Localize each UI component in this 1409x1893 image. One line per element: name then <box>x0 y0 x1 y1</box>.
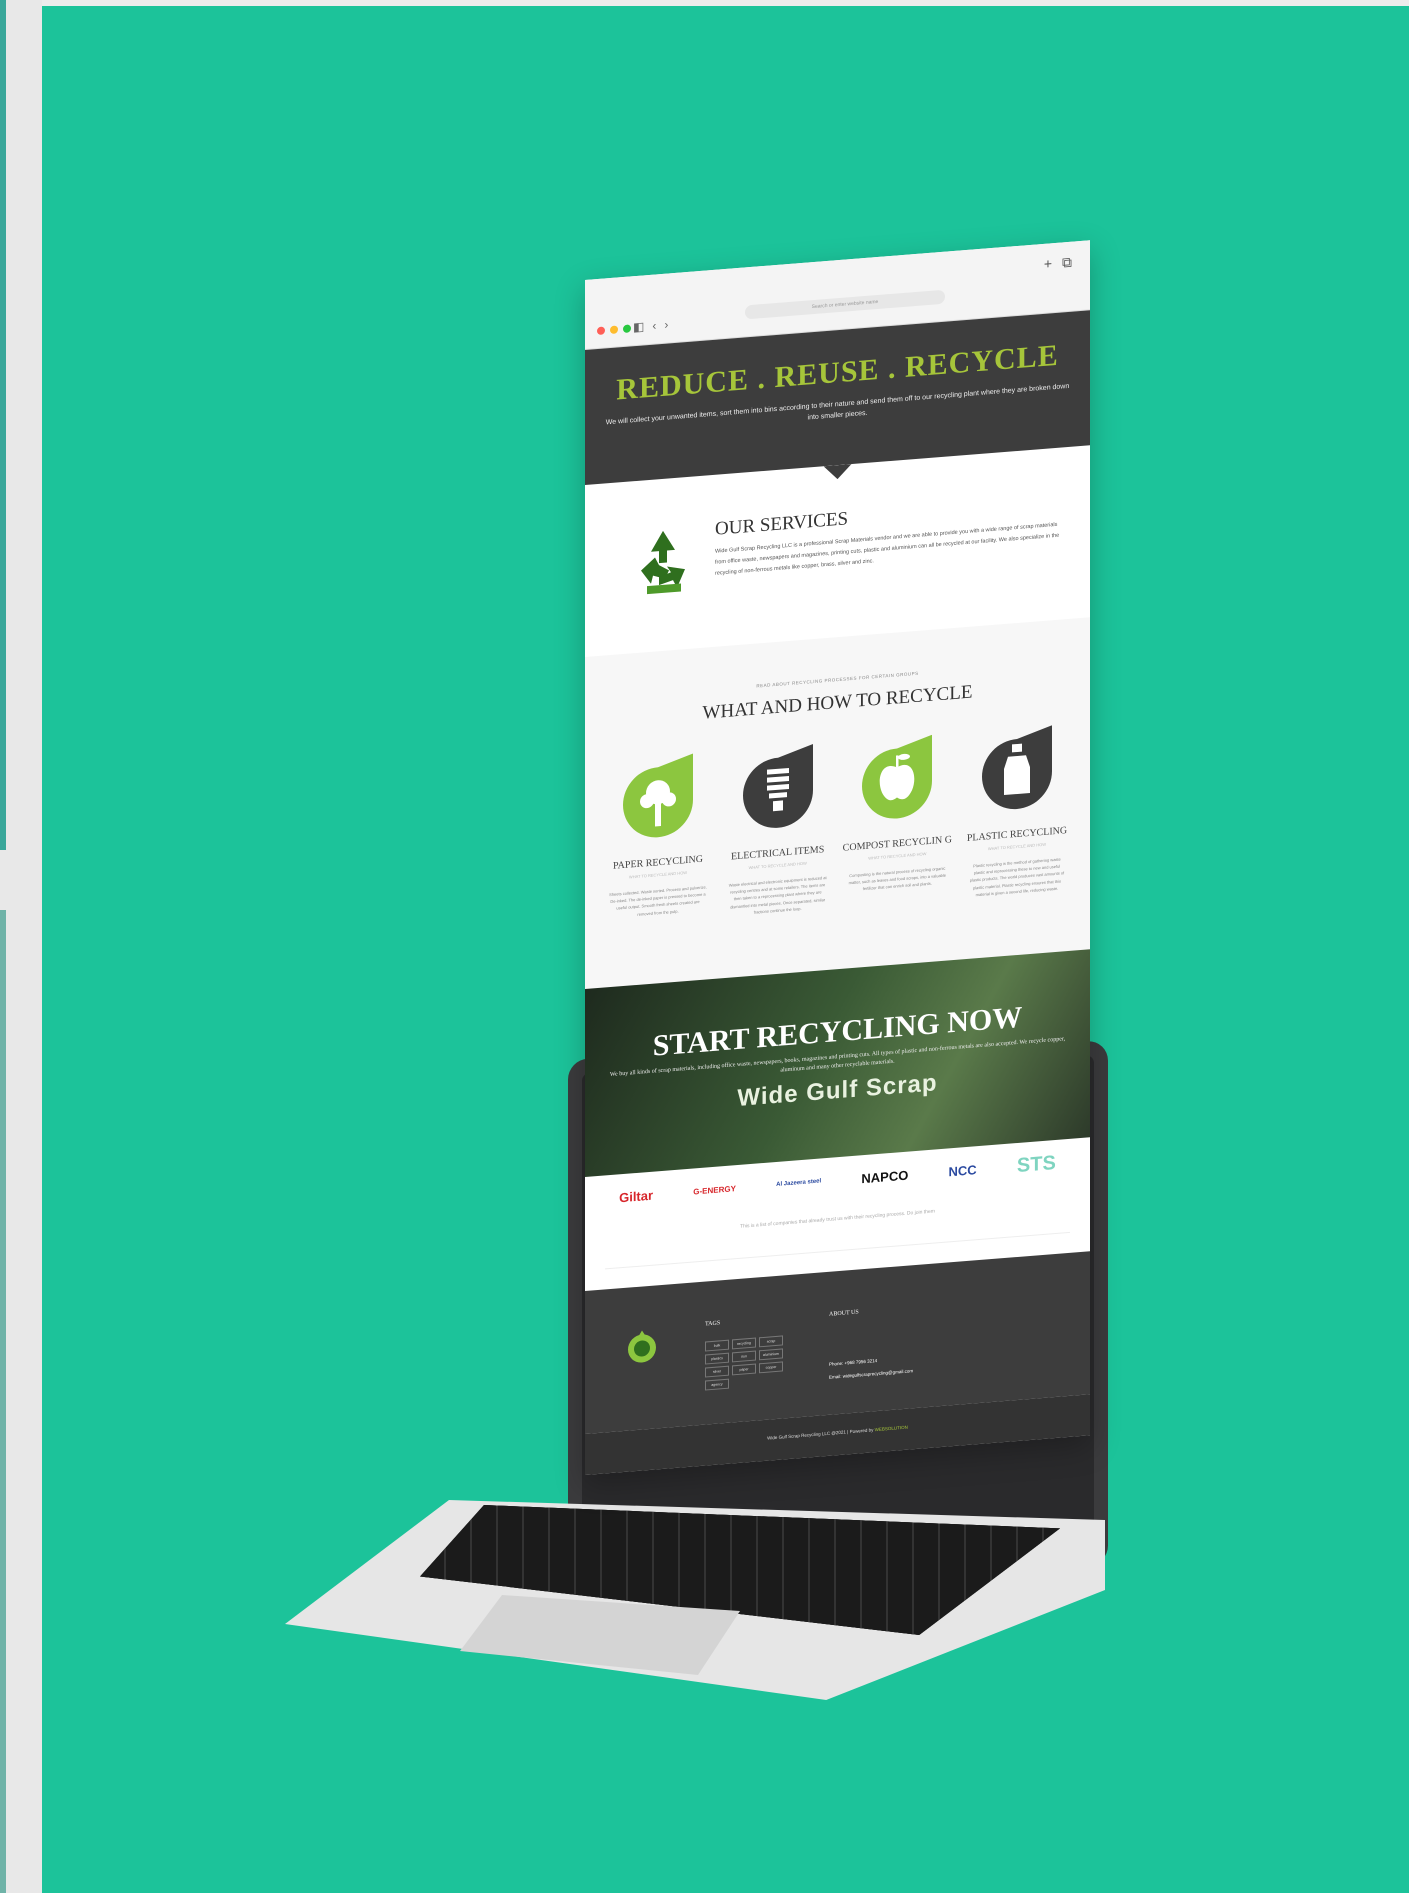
bulb-icon <box>742 744 813 828</box>
back-icon[interactable]: ‹ <box>652 318 656 332</box>
tag-list: bulk recycling scrap plastics iron alumi… <box>705 1335 783 1391</box>
tabs-overview-icon[interactable]: ⧉ <box>1062 254 1072 272</box>
apple-icon <box>862 734 933 819</box>
recycle-cards: PAPER RECYCLING WHAT TO RECYCLE AND HOW … <box>603 724 1072 928</box>
frame-edge-bottom <box>0 910 6 1893</box>
what-to-recycle-section: READ ABOUT RECYCLING PROCESSES FOR CERTA… <box>585 617 1090 989</box>
tag-item[interactable]: recycling <box>732 1337 756 1350</box>
frame-edge-top <box>0 0 6 850</box>
tag-item[interactable]: iron <box>732 1350 756 1363</box>
photo-frame-top <box>42 0 1409 6</box>
card-description: Composting is the natural process of rec… <box>848 865 946 892</box>
partner-logo-ncc[interactable]: NCC <box>949 1162 977 1179</box>
tag-item[interactable]: scrap <box>759 1335 783 1348</box>
footer-tags: TAGS bulk recycling scrap plastics iron … <box>705 1315 783 1391</box>
powered-by-link[interactable]: WEBSOLUTION <box>875 1425 908 1433</box>
card-description: Sheets collected. Waste sorted. Process … <box>609 884 707 917</box>
address-bar[interactable]: Search or enter website name <box>745 289 945 320</box>
card-plastic[interactable]: PLASTIC RECYCLING WHAT TO RECYCLE AND HO… <box>962 724 1072 900</box>
tag-item[interactable]: silver <box>705 1365 729 1378</box>
footer-logo-icon <box>628 1330 656 1363</box>
website-mockup: ◧ ‹ › Search or enter website name + ⧉ R… <box>585 240 1090 1475</box>
recycle-icon <box>641 530 685 595</box>
photo-frame-left <box>0 0 42 1893</box>
tag-item[interactable]: aluminium <box>759 1348 783 1361</box>
partner-logo-sts[interactable]: STS <box>1017 1152 1056 1178</box>
partner-logo-giltar[interactable]: Giltar <box>619 1188 653 1206</box>
window-controls <box>597 324 631 336</box>
contact-email[interactable]: Email: widegulfscraprecycling@gmail.com <box>829 1368 913 1380</box>
partner-logo-napco[interactable]: NAPCO <box>861 1167 908 1186</box>
card-electrical[interactable]: ELECTRICAL ITEMS WHAT TO RECYCLE AND HOW… <box>723 743 833 919</box>
card-paper[interactable]: PAPER RECYCLING WHAT TO RECYCLE AND HOW … <box>603 752 713 928</box>
browser-nav: ◧ ‹ › <box>633 317 668 334</box>
tag-item[interactable]: bulk <box>705 1339 729 1352</box>
tag-item[interactable]: plastics <box>705 1352 729 1365</box>
sidebar-icon[interactable]: ◧ <box>633 319 644 334</box>
footer-about: ABOUT US Phone: +968 7956 3214 Email: wi… <box>829 1305 913 1381</box>
section-title: WHAT AND HOW TO RECYCLE <box>702 681 973 724</box>
copyright-text: Wide Gulf Scrap Recycling LLC @2021 | Po… <box>767 1427 874 1441</box>
start-recycling-banner: START RECYCLING NOW We buy all kinds of … <box>585 949 1090 1177</box>
tag-item[interactable]: agency <box>705 1378 729 1391</box>
forward-icon[interactable]: › <box>664 317 668 331</box>
minimize-window-button[interactable] <box>610 325 618 335</box>
contact-phone: Phone: +968 7956 3214 <box>829 1357 878 1367</box>
card-description: Waste electrical and electronic equipmen… <box>728 874 827 915</box>
close-window-button[interactable] <box>597 326 605 336</box>
tree-icon <box>623 753 693 838</box>
website-page: ◧ ‹ › Search or enter website name + ⧉ R… <box>585 240 1090 1475</box>
tag-item[interactable]: copper <box>759 1361 783 1374</box>
tags-title: TAGS <box>705 1320 721 1328</box>
tag-item[interactable]: paper <box>732 1363 756 1376</box>
maximize-window-button[interactable] <box>623 324 631 334</box>
partner-logo-al-jazeera[interactable]: Al Jazeera steel <box>776 1179 821 1189</box>
bottle-icon <box>982 725 1052 810</box>
card-compost[interactable]: COMPOST RECYCLIN G WHAT TO RECYCLE AND H… <box>842 733 952 909</box>
new-tab-icon[interactable]: + <box>1044 255 1052 273</box>
partner-logo-g-energy[interactable]: G-ENERGY <box>693 1184 736 1196</box>
browser-actions: + ⧉ <box>1044 254 1072 273</box>
card-description: Plastic recycling is the method of gathe… <box>969 856 1065 898</box>
